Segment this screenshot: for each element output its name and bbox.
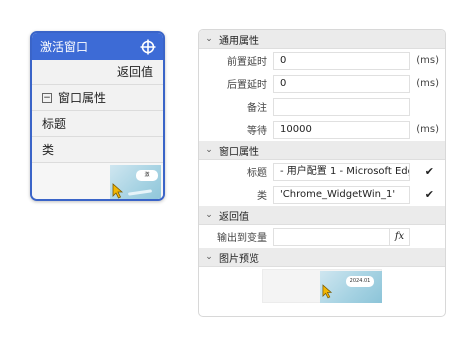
row-window-title: 标题 - 用户配置 1 - Microsoft Edge' ✔	[199, 160, 445, 183]
preview-thumbnail: 2024.01	[320, 271, 382, 303]
wait-input[interactable]: 10000	[273, 120, 410, 139]
node-title: 激活窗口	[40, 40, 89, 54]
chevron-down-icon[interactable]: ⌄	[204, 34, 214, 44]
section-window[interactable]: ⌄ 窗口属性	[199, 141, 445, 160]
section-return-label: 返回值	[219, 211, 249, 223]
preview-image: 2024.01	[262, 269, 382, 303]
property-panel: ⌄ 通用属性 前置延时 0 (ms) 后置延时 0 (ms) 备注 等待 100…	[198, 29, 446, 317]
check-icon[interactable]: ✔	[425, 188, 434, 201]
node-row-title[interactable]: 标题	[32, 111, 163, 137]
post-delay-input[interactable]: 0	[273, 74, 410, 93]
check-icon[interactable]: ✔	[425, 165, 434, 178]
mouse-pointer-icon	[322, 284, 333, 299]
section-preview[interactable]: ⌄ 图片预览	[199, 248, 445, 267]
node-preview-thumbnail: 激	[110, 165, 161, 199]
pre-delay-input[interactable]: 0	[273, 51, 410, 70]
node-header[interactable]: 激活窗口	[32, 33, 163, 60]
remark-input[interactable]	[273, 97, 410, 116]
node-group-window-props[interactable]: − 窗口属性	[32, 85, 163, 111]
row-wait: 等待 10000 (ms)	[199, 118, 445, 141]
window-class-label: 类	[257, 191, 267, 202]
thumbnail-badge: 激	[136, 170, 158, 181]
row-remark: 备注	[199, 95, 445, 118]
wait-unit: (ms)	[416, 124, 439, 135]
chevron-down-icon[interactable]: ⌄	[204, 145, 214, 155]
section-general-label: 通用属性	[219, 35, 259, 47]
post-delay-label: 后置延时	[227, 80, 267, 91]
node-preview: 激	[32, 163, 163, 199]
chevron-down-icon[interactable]: ⌄	[204, 210, 214, 220]
node-row-title-label: 标题	[42, 116, 67, 131]
remark-label: 备注	[247, 103, 267, 114]
mouse-pointer-icon	[112, 183, 124, 199]
section-window-label: 窗口属性	[219, 146, 259, 158]
fx-icon[interactable]: fx	[389, 228, 409, 245]
node-group-label: 窗口属性	[58, 90, 107, 105]
window-title-label: 标题	[247, 168, 267, 179]
node-row-class[interactable]: 类	[32, 137, 163, 163]
node-output-label: 返回值	[116, 65, 153, 79]
output-variable-input[interactable]: fx	[273, 227, 410, 246]
pre-delay-label: 前置延时	[227, 57, 267, 68]
node-row-class-label: 类	[42, 142, 55, 157]
preview-badge: 2024.01	[346, 276, 374, 287]
post-delay-unit: (ms)	[416, 78, 439, 89]
thumbnail-stroke	[127, 189, 153, 196]
section-preview-label: 图片预览	[219, 253, 259, 265]
row-window-class: 类 'Chrome_WidgetWin_1' ✔	[199, 183, 445, 206]
window-class-input[interactable]: 'Chrome_WidgetWin_1'	[273, 185, 410, 204]
row-post-delay: 后置延时 0 (ms)	[199, 72, 445, 95]
pre-delay-unit: (ms)	[416, 55, 439, 66]
activate-window-node[interactable]: 激活窗口 返回值 − 窗口属性 标题 类 激	[30, 31, 165, 201]
window-title-input[interactable]: - 用户配置 1 - Microsoft Edge'	[273, 162, 410, 181]
row-pre-delay: 前置延时 0 (ms)	[199, 49, 445, 72]
section-return[interactable]: ⌄ 返回值	[199, 206, 445, 225]
section-general[interactable]: ⌄ 通用属性	[199, 30, 445, 49]
output-variable-label: 输出到变量	[217, 233, 267, 244]
row-output-variable: 输出到变量 fx	[199, 225, 445, 248]
crosshair-icon[interactable]	[140, 39, 156, 55]
chevron-down-icon[interactable]: ⌄	[204, 252, 214, 262]
wait-label: 等待	[247, 126, 267, 137]
collapse-toggle-icon[interactable]: −	[42, 92, 52, 103]
preview-area: 2024.01	[199, 267, 445, 313]
node-output-port[interactable]: 返回值	[32, 60, 163, 85]
